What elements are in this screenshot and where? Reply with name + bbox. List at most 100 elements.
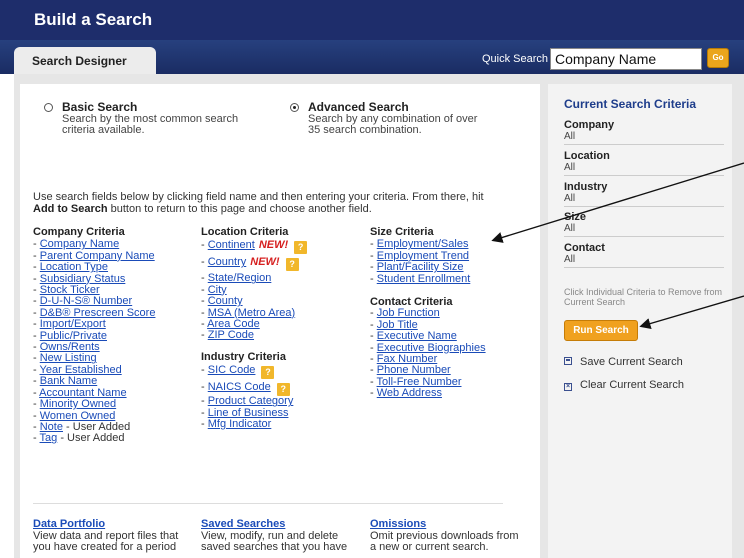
link-job-title[interactable]: Job Title — [377, 319, 418, 331]
remove-criteria-hint: Click Individual Criteria to Remove from… — [564, 287, 723, 307]
dash: - — [201, 395, 208, 408]
dash: - — [33, 272, 40, 285]
clear-icon: × — [564, 383, 572, 391]
link-new-listing[interactable]: New Listing — [40, 352, 97, 364]
clear-current-search-link[interactable]: × Clear Current Search — [564, 379, 684, 391]
link-executive-name[interactable]: Executive Name — [377, 330, 457, 342]
dash: - — [33, 261, 40, 274]
link-parent-company-name[interactable]: Parent Company Name — [40, 250, 155, 262]
link-employment-trend[interactable]: Employment Trend — [377, 250, 469, 262]
location-criteria-column: Location Criteria - Continent NEW!? - Coun… — [201, 226, 366, 342]
criteria-value: All — [564, 131, 576, 142]
advanced-search-radio[interactable] — [290, 103, 299, 112]
link-owns-rents[interactable]: Owns/Rents — [40, 341, 100, 353]
link-area-code[interactable]: Area Code — [207, 318, 260, 330]
link-job-function[interactable]: Job Function — [377, 307, 440, 319]
dash: - — [370, 249, 377, 262]
link-public-private[interactable]: Public/Private — [40, 330, 107, 342]
data-portfolio-link[interactable]: Data Portfolio — [33, 518, 105, 530]
link-msa-metro-area[interactable]: MSA (Metro Area) — [208, 307, 295, 319]
link-accountant-name[interactable]: Accountant Name — [39, 387, 126, 399]
footer-link-data-portfolio: Data Portfolio View data and report files… — [33, 519, 193, 553]
link-country[interactable]: Country — [208, 256, 247, 268]
link-state-region[interactable]: State/Region — [208, 272, 272, 284]
help-icon[interactable]: ? — [294, 241, 308, 255]
advanced-search-desc: Search by any combination of over 35 sea… — [308, 113, 478, 136]
basic-search-option[interactable]: Basic Search Search by the most common s… — [44, 100, 254, 140]
dash: - — [201, 295, 208, 308]
data-portfolio-desc: View data and report files that you have… — [33, 530, 179, 553]
criteria-contact[interactable]: Contact All — [564, 242, 724, 268]
dash: - — [33, 341, 40, 354]
save-current-search-label: Save Current Search — [580, 356, 683, 368]
link-stock-ticker[interactable]: Stock Ticker — [40, 284, 100, 296]
link-subsidiary-status[interactable]: Subsidiary Status — [40, 273, 126, 285]
link-continent[interactable]: Continent — [208, 239, 255, 251]
run-search-button[interactable]: Run Search — [564, 320, 638, 341]
dash: - — [201, 239, 208, 252]
link-naics-code[interactable]: NAICS Code — [208, 381, 271, 393]
current-criteria-title: Current Search Criteria — [564, 97, 697, 111]
link-employment-sales[interactable]: Employment/Sales — [377, 238, 469, 250]
dash: - — [370, 238, 377, 251]
dash: - — [201, 272, 208, 285]
link-county[interactable]: County — [208, 295, 243, 307]
link-mfg-indicator[interactable]: Mfg Indicator — [208, 418, 272, 430]
criteria-label: Contact — [564, 242, 605, 254]
user-added-suffix: - User Added — [62, 420, 131, 433]
dash: - — [33, 398, 40, 411]
link-location-type[interactable]: Location Type — [40, 261, 108, 273]
link-note[interactable]: Note — [40, 421, 63, 433]
industry-criteria-column: Industry Criteria - SIC Code? - NAICS Cod… — [201, 351, 366, 431]
quick-search-input[interactable] — [550, 48, 702, 70]
link-line-of-business[interactable]: Line of Business — [208, 407, 289, 419]
criteria-size[interactable]: Size All — [564, 211, 724, 237]
saved-searches-link[interactable]: Saved Searches — [201, 518, 285, 530]
go-button[interactable]: Go — [707, 48, 729, 68]
link-phone-number[interactable]: Phone Number — [377, 364, 451, 376]
company-criteria-heading: Company Criteria — [33, 226, 125, 238]
link-web-address[interactable]: Web Address — [377, 387, 442, 399]
instructions-part2: button to return to this page and choose… — [107, 203, 372, 215]
basic-search-desc: Search by the most common search criteri… — [62, 113, 239, 136]
save-current-search-link[interactable]: Save Current Search — [564, 356, 683, 368]
criteria-value: All — [564, 223, 576, 234]
clear-current-search-label: Clear Current Search — [580, 379, 684, 391]
link-zip-code[interactable]: ZIP Code — [208, 329, 254, 341]
omissions-link[interactable]: Omissions — [370, 518, 426, 530]
advanced-search-option[interactable]: Advanced Search Search by any combinatio… — [290, 100, 500, 140]
dash: - — [201, 329, 208, 342]
dash: - — [370, 364, 377, 377]
link-tag[interactable]: Tag — [40, 432, 58, 444]
link-sic-code[interactable]: SIC Code — [208, 364, 256, 376]
footer-link-saved-searches: Saved Searches View, modify, run and dele… — [201, 519, 361, 553]
link-d-u-n-s-number[interactable]: D-U-N-S® Number — [40, 295, 132, 307]
link-fax-number[interactable]: Fax Number — [377, 353, 438, 365]
criteria-item-student-enrollment: - Student Enrollment — [370, 273, 535, 285]
criteria-value: All — [564, 162, 576, 173]
link-women-owned[interactable]: Women Owned — [40, 410, 116, 422]
help-icon[interactable]: ? — [261, 366, 275, 380]
tab-search-designer[interactable]: Search Designer — [14, 47, 156, 74]
link-import-export[interactable]: Import/Export — [40, 318, 106, 330]
dash: - — [33, 318, 40, 331]
link-minority-owned[interactable]: Minority Owned — [40, 398, 116, 410]
criteria-industry[interactable]: Industry All — [564, 181, 724, 207]
link-d-b-prescreen-score[interactable]: D&B® Prescreen Score — [40, 307, 156, 319]
instructions-part1: Use search fields below by clicking fiel… — [33, 191, 484, 203]
basic-search-radio[interactable] — [44, 103, 53, 112]
link-toll-free-number[interactable]: Toll-Free Number — [377, 376, 462, 388]
link-company-name[interactable]: Company Name — [40, 238, 119, 250]
criteria-company[interactable]: Company All — [564, 119, 724, 145]
link-executive-biographies[interactable]: Executive Biographies — [377, 342, 486, 354]
size-criteria-heading: Size Criteria — [370, 226, 434, 238]
criteria-location[interactable]: Location All — [564, 150, 724, 176]
help-icon[interactable]: ? — [285, 258, 299, 272]
link-plant-facility-size[interactable]: Plant/Facility Size — [377, 261, 464, 273]
link-student-enrollment[interactable]: Student Enrollment — [377, 273, 471, 285]
dash: - — [33, 329, 40, 342]
link-city[interactable]: City — [208, 284, 227, 296]
link-year-established[interactable]: Year Established — [40, 364, 122, 376]
link-product-category[interactable]: Product Category — [208, 395, 294, 407]
link-bank-name[interactable]: Bank Name — [40, 375, 97, 387]
